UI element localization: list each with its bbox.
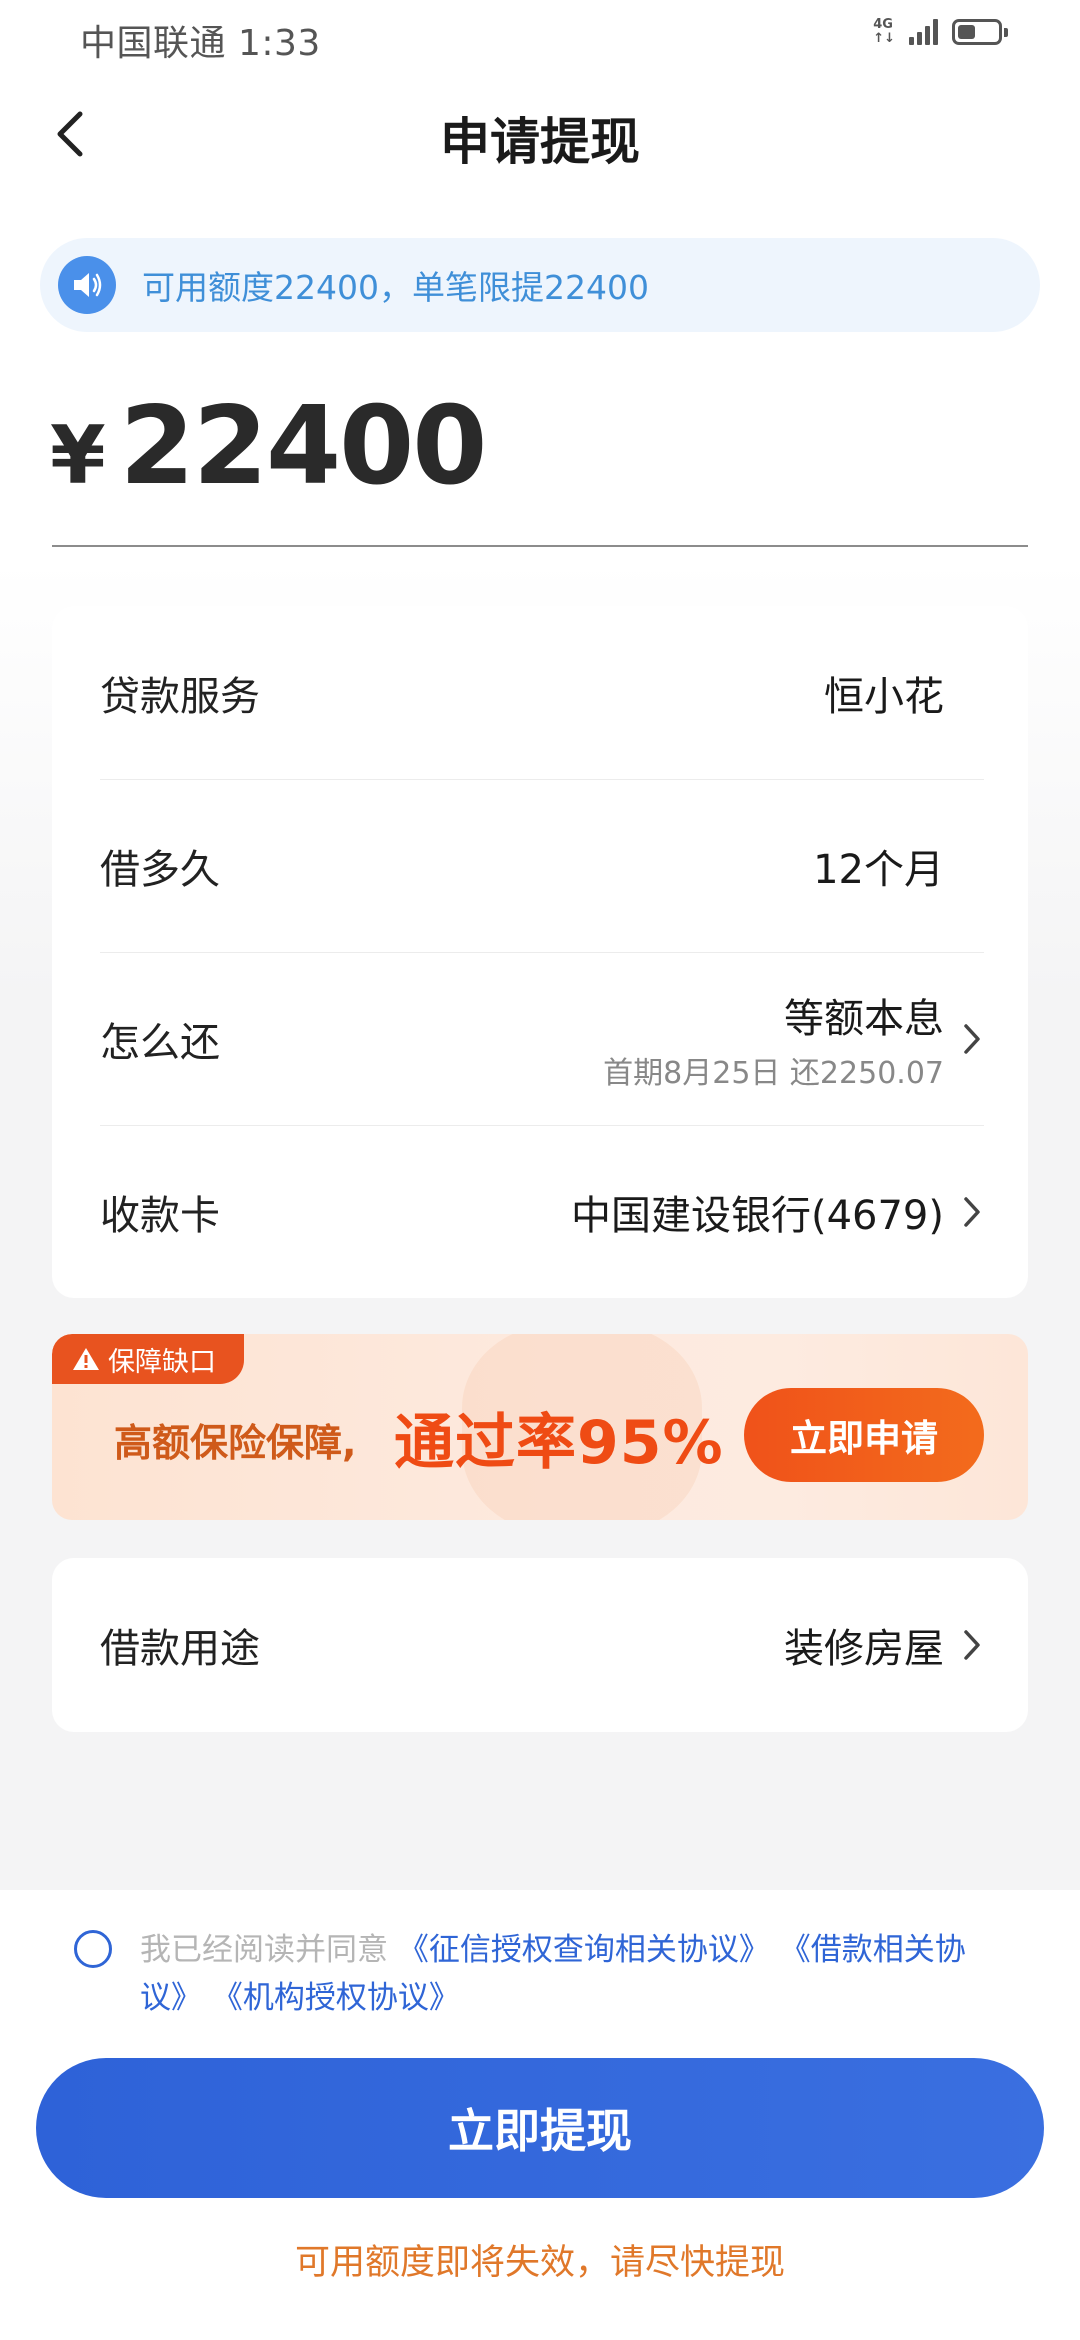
battery-fill xyxy=(958,25,975,39)
chevron-right-icon xyxy=(964,1630,980,1660)
institution-authorization-link[interactable]: 《机构授权协议》 xyxy=(212,1980,460,2016)
row-card[interactable]: 收款卡 中国建设银行(4679) xyxy=(100,1125,984,1298)
card-value: 中国建设银行(4679) xyxy=(570,1192,944,1239)
status-bar: 中国联通 1:33 4G ↑↓ xyxy=(0,0,1080,72)
network-icon: 4G ↑↓ xyxy=(873,17,895,46)
loan-details-card: 贷款服务 恒小花 借多久 12个月 怎么还 等额本息 首期8月25日 还2250… xyxy=(52,606,1028,1298)
promo-highlight: 通过率95% xyxy=(394,1408,724,1478)
repayment-method: 等额本息 xyxy=(784,995,944,1042)
apply-now-button[interactable]: 立即申请 xyxy=(744,1388,984,1482)
promo-text: 高额保险保障, xyxy=(114,1421,357,1465)
amount-divider xyxy=(52,545,1028,547)
signal-icon xyxy=(909,19,938,45)
quota-notice: 可用额度22400，单笔限提22400 xyxy=(40,238,1040,332)
repayment-label: 怎么还 xyxy=(100,1019,220,1066)
notice-text: 可用额度22400，单笔限提22400 xyxy=(142,268,649,307)
status-icons: 4G ↑↓ xyxy=(873,17,1008,46)
speaker-icon xyxy=(58,256,116,314)
duration-value: 12个月 xyxy=(813,846,944,893)
currency-symbol: ¥ xyxy=(50,409,106,502)
row-duration: 借多久 12个月 xyxy=(100,779,984,952)
agreement-checkbox[interactable] xyxy=(74,1930,112,1968)
chevron-right-icon xyxy=(964,1023,980,1054)
repayment-first-installment: 首期8月25日 还2250.07 xyxy=(603,1055,944,1091)
duration-label: 借多久 xyxy=(100,846,220,893)
amount-display[interactable]: ¥ 22400 xyxy=(50,384,488,509)
expiry-note: 可用额度即将失效，请尽快提现 xyxy=(294,2243,785,2283)
purpose-label: 借款用途 xyxy=(100,1626,260,1672)
agreement: 我已经阅读并同意 《征信授权查询相关协议》 《借款相关协议》 《机构授权协议》 xyxy=(74,1926,994,2022)
warning-icon xyxy=(73,1348,99,1370)
page-title: 申请提现 xyxy=(440,113,640,171)
loan-service-label: 贷款服务 xyxy=(100,673,260,720)
battery-icon xyxy=(952,19,1008,45)
purpose-value: 装修房屋 xyxy=(784,1626,944,1672)
promo-tag-text: 保障缺口 xyxy=(108,1346,216,1378)
agreement-prefix: 我已经阅读并同意 xyxy=(140,1932,388,1968)
credit-authorization-link[interactable]: 《征信授权查询相关协议》 xyxy=(398,1932,770,1968)
row-loan-service: 贷款服务 恒小花 xyxy=(100,606,984,779)
loan-service-value: 恒小花 xyxy=(824,673,944,720)
carrier-time: 中国联通 1:33 xyxy=(80,23,321,64)
agreement-text: 我已经阅读并同意 《征信授权查询相关协议》 《借款相关协议》 《机构授权协议》 xyxy=(140,1926,994,2022)
loan-purpose-card[interactable]: 借款用途 装修房屋 xyxy=(52,1558,1028,1732)
chevron-right-icon xyxy=(964,1196,980,1227)
repayment-value: 等额本息 首期8月25日 还2250.07 xyxy=(603,986,944,1092)
card-label: 收款卡 xyxy=(100,1192,220,1239)
amount-value: 22400 xyxy=(119,384,488,509)
promo-tag: 保障缺口 xyxy=(52,1334,244,1384)
row-repayment[interactable]: 怎么还 等额本息 首期8月25日 还2250.07 xyxy=(100,952,984,1125)
insurance-promo-banner[interactable]: 保障缺口 高额保险保障, 通过率95% 立即申请 xyxy=(52,1334,1028,1520)
row-purpose[interactable]: 借款用途 装修房屋 xyxy=(100,1558,984,1732)
withdraw-now-button[interactable]: 立即提现 xyxy=(36,2058,1044,2198)
